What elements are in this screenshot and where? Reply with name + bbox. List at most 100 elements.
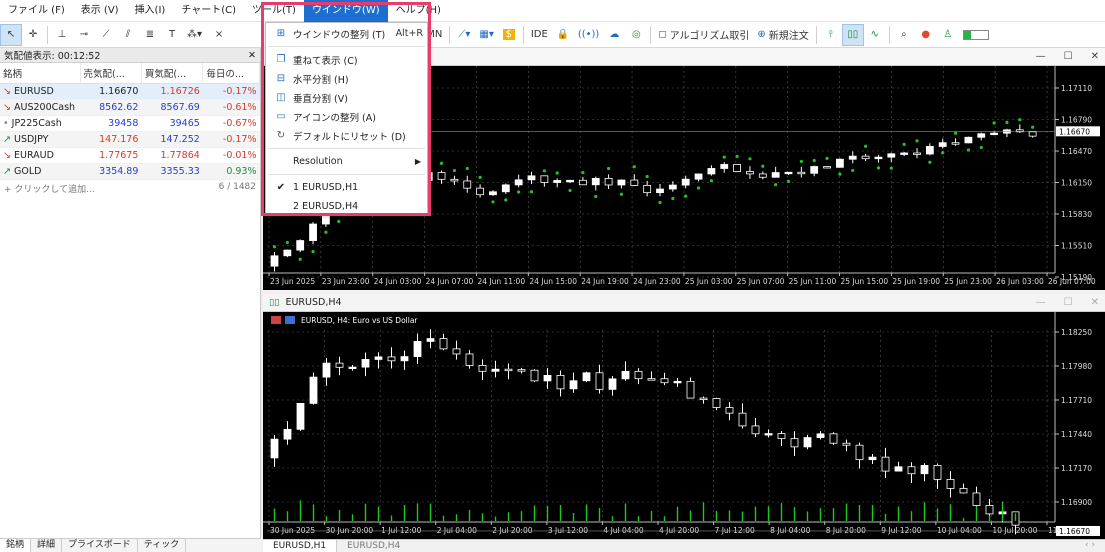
account-icon[interactable]: ♙ (937, 24, 959, 46)
menu-item-label: アイコンの整列 (A) (293, 112, 376, 124)
table-row[interactable]: ↗ GOLD 3354.89 3355.33 0.93% (0, 163, 260, 180)
cloud-icon[interactable]: ☁ (603, 24, 625, 46)
menu-item-window-1[interactable]: ✔ 1 EURUSD,H1 (266, 178, 427, 197)
close-icon[interactable]: × (208, 24, 230, 46)
scroll-arrows-icon[interactable]: ‹ › (1085, 540, 1105, 552)
candle-body (283, 249, 292, 257)
x-tick-label: 1 Jul 12:00 (381, 526, 421, 535)
crosshair-icon[interactable]: ✛ (22, 24, 44, 46)
menu-insert[interactable]: 挿入(I) (127, 0, 174, 22)
fibonacci-icon[interactable]: ≣ (139, 24, 161, 46)
candle-body (309, 223, 317, 241)
candle-body (848, 155, 857, 160)
candle-body (764, 433, 773, 436)
table-row[interactable]: ↘ EURAUD 1.77675 1.77864 -0.01% (0, 147, 260, 164)
x-tick-label: 26 Jun 03:00 (996, 277, 1044, 286)
bid-cell: 8562.62 (80, 99, 142, 116)
sar-dot (298, 257, 302, 261)
sar-dot (709, 179, 713, 183)
close-icon[interactable]: ✕ (1091, 297, 1099, 308)
menu-item-resolution[interactable]: Resolution ▶ (266, 152, 427, 171)
add-symbol-link[interactable]: + クリックして追加... (4, 182, 95, 195)
y-tick-label: 1.15830 (1061, 210, 1092, 219)
x-tick-label: 9 Jul 12:00 (881, 526, 921, 535)
ask-cell: 8567.69 (141, 99, 203, 116)
candle-body (959, 488, 968, 494)
menu-item-vertical-split[interactable]: ◫ 垂直分割 (V) (266, 88, 427, 107)
trendline-icon[interactable]: ⟋ (95, 24, 117, 46)
horizontal-line-icon[interactable]: ⊸ (73, 24, 95, 46)
check-icon: ✔ (276, 182, 286, 193)
column-header-bid[interactable]: 売気配(... (80, 63, 142, 84)
menu-window[interactable]: ウインドウ(W) (303, 0, 388, 22)
table-row[interactable]: ↗ USDJPY 147.176 147.252 -0.17% (0, 131, 260, 148)
tab-price-board[interactable]: プライスボード (62, 539, 138, 552)
x-tick-label: 4 Jul 20:00 (659, 526, 699, 535)
sar-dot (761, 164, 765, 168)
trend-up-icon: ↗ (3, 133, 11, 145)
x-tick-label: 2 Jul 20:00 (492, 526, 532, 535)
signal-icon[interactable]: ((•)) (574, 24, 604, 46)
vertical-line-icon[interactable]: ⊥ (51, 24, 73, 46)
menu-file[interactable]: ファイル (F) (0, 0, 73, 22)
maximize-icon[interactable]: ☐ (1064, 51, 1073, 62)
tab-symbols[interactable]: 銘柄 (0, 539, 32, 552)
y-tick-label: 1.16150 (1061, 179, 1092, 188)
candle-body (608, 378, 617, 390)
minimize-icon[interactable]: — (1036, 297, 1046, 308)
chart-h4-canvas[interactable]: 1.18250 1.17980 1.17710 1.17440 1.17170 1.169… (263, 312, 1105, 539)
column-header-daily-change[interactable]: 毎日の... (202, 63, 260, 84)
cursor-icon[interactable]: ↖ (0, 23, 22, 46)
close-icon[interactable]: ✕ (248, 50, 256, 61)
candle-body (868, 456, 877, 461)
candle-body (450, 178, 459, 182)
chart-tab-h4[interactable]: EURUSD,H4 (337, 540, 410, 552)
sar-dot (285, 240, 289, 245)
chart-type-icon[interactable]: ⟋▾ (453, 24, 475, 46)
menu-tools[interactable]: ツール(T) (244, 0, 304, 22)
shapes-icon[interactable]: ⁂▾ (183, 24, 206, 46)
search-icon[interactable]: ⌕ (893, 24, 915, 46)
new-order-button[interactable]: ⊕ 新規注文 (753, 24, 812, 46)
x-tick-label: 4 Jul 04:00 (603, 526, 643, 535)
menu-view[interactable]: 表示 (V) (73, 0, 127, 22)
table-row[interactable]: ↘ AUS200Cash 8562.62 8567.69 -0.61% (0, 99, 260, 116)
template-icon[interactable]: ▦▾ (475, 24, 497, 46)
menu-chart[interactable]: チャート(C) (173, 0, 244, 22)
tab-ticks[interactable]: ティック (138, 539, 187, 552)
y-tick-label: 1.17440 (1061, 430, 1092, 439)
channel-icon[interactable]: ⫽ (117, 24, 139, 46)
tab-details[interactable]: 詳細 (31, 539, 63, 552)
window-menu-dropdown: ⊞ ウインドウの整列 (T) Alt+R ❐ 重ねて表示 (C) ⊟ 水平分割 … (265, 22, 428, 214)
column-header-symbol[interactable]: 銘柄 (0, 63, 81, 84)
toolbar-divider (522, 25, 524, 44)
lock-icon[interactable]: 🔒 (552, 24, 574, 46)
algo-trading-button[interactable]: ◻ アルゴリズム取引 (654, 24, 753, 46)
vps-icon[interactable]: ◎ (625, 24, 647, 46)
table-row[interactable]: • JP225Cash 39458 39465 -0.67% (0, 115, 260, 132)
ide-button[interactable]: IDE (527, 24, 552, 46)
menu-item-arrange-icons[interactable]: ▭ アイコンの整列 (A) (266, 107, 427, 126)
notifications-icon[interactable]: ● (915, 24, 937, 46)
column-header-ask[interactable]: 買気配(... (141, 63, 204, 84)
menu-item-horizontal-split[interactable]: ⊟ 水平分割 (H) (266, 69, 427, 88)
menu-help[interactable]: ヘルプ(H) (388, 0, 449, 22)
menu-item-tile[interactable]: ⊞ ウインドウの整列 (T) Alt+R (266, 24, 427, 43)
bar-chart-icon[interactable]: ⫯ (820, 24, 842, 46)
close-icon[interactable]: ✕ (1091, 51, 1099, 62)
candle-body (920, 465, 929, 475)
sar-dot (953, 131, 958, 135)
menu-item-cascade[interactable]: ❐ 重ねて表示 (C) (266, 50, 427, 69)
table-row[interactable]: ↘ EURUSD 1.16670 1.16726 -0.17% (0, 83, 260, 100)
text-tool-icon[interactable]: T (161, 24, 183, 46)
candle-body (699, 397, 708, 400)
menu-item-window-2[interactable]: 2 EURUSD,H4 (266, 197, 427, 216)
maximize-icon[interactable]: ☐ (1064, 297, 1073, 308)
chart-tab-h1[interactable]: EURUSD,H1 (263, 540, 338, 552)
menu-item-reset[interactable]: ↻ デフォルトにリセット (D) (266, 126, 427, 145)
dollar-icon[interactable]: $ (498, 24, 520, 46)
line-chart-icon[interactable]: ∿ (864, 24, 886, 46)
candlestick-icon[interactable]: ▯▯ (841, 23, 864, 46)
x-tick-label: 25 Jun 15:00 (841, 277, 889, 286)
minimize-icon[interactable]: — (1036, 51, 1046, 62)
